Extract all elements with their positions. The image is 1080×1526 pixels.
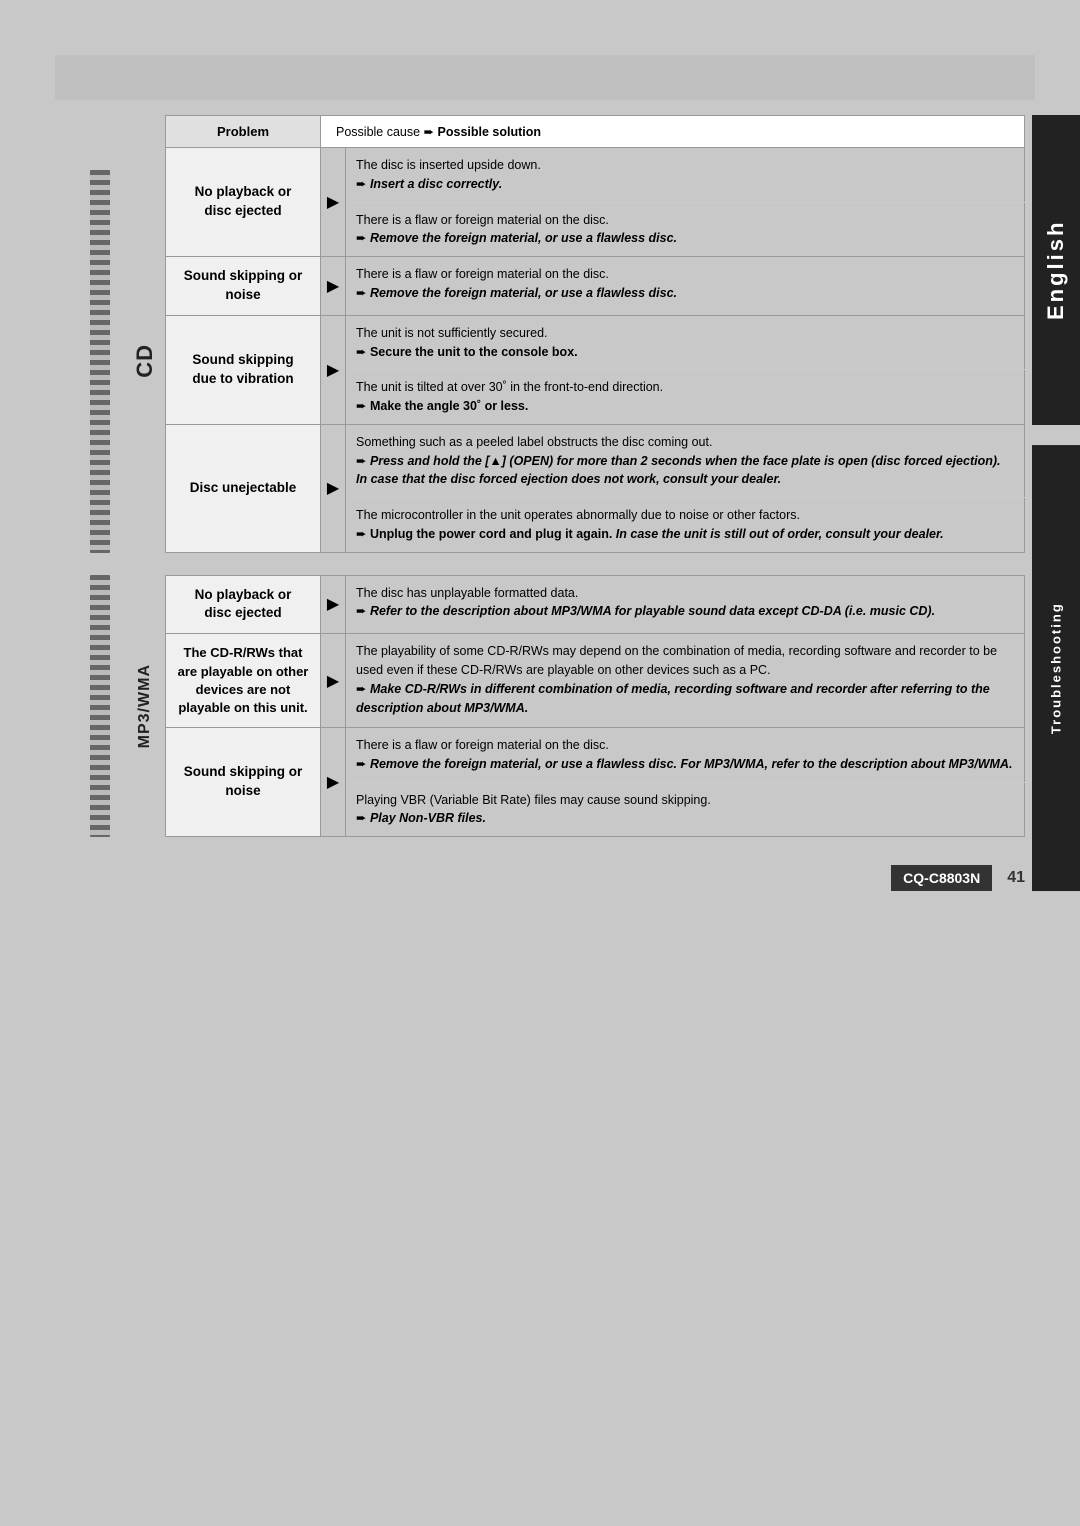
cd-stripe [90, 170, 110, 553]
arrow-cell: ▶ [321, 148, 346, 257]
arrow-cell: ▶ [321, 728, 346, 837]
problem-cell: Sound skippingdue to vibration [166, 315, 321, 424]
solution-cell: There is a flaw or foreign material on t… [346, 257, 1025, 316]
arrow-cell: ▶ [321, 575, 346, 634]
mp3-stripe [90, 575, 110, 838]
solution-header-bold: Possible solution [438, 125, 542, 139]
english-tab: English [1032, 115, 1080, 425]
solution-cell: There is a flaw or foreign material on t… [346, 728, 1025, 783]
problem-cell: Disc unejectable [166, 424, 321, 552]
mp3wma-section-label: MP3/WMA [136, 664, 154, 748]
solution-cell: Playing VBR (Variable Bit Rate) files ma… [346, 782, 1025, 837]
arrow-cell: ▶ [321, 257, 346, 316]
arrow-cell: ▶ [321, 315, 346, 424]
problem-cell: The CD-R/RWs that are playable on other … [166, 634, 321, 728]
table-row: Sound skipping ornoise ▶ There is a flaw… [166, 257, 1025, 316]
table-row: Sound skipping ornoise ▶ There is a flaw… [166, 728, 1025, 783]
solution-cell: Something such as a peeled label obstruc… [346, 424, 1025, 497]
problem-cell: No playback ordisc ejected [166, 575, 321, 634]
mp3-trouble-table: No playback ordisc ejected ▶ The disc ha… [165, 575, 1025, 838]
arrow-cell: ▶ [321, 424, 346, 552]
problem-header: Problem [166, 116, 321, 148]
cd-trouble-table: Problem Possible cause ➨ Possible soluti… [165, 115, 1025, 553]
arrow-cell: ▶ [321, 634, 346, 728]
solution-cell: The disc is inserted upside down. ➨ Inse… [346, 148, 1025, 203]
problem-cell: Sound skipping ornoise [166, 728, 321, 837]
solution-cell: The playability of some CD-R/RWs may dep… [346, 634, 1025, 728]
problem-cell: No playback ordisc ejected [166, 148, 321, 257]
solution-cell: The disc has unplayable formatted data. … [346, 575, 1025, 634]
solution-cell: There is a flaw or foreign material on t… [346, 202, 1025, 257]
solution-header-cause: Possible cause [336, 125, 420, 139]
page-number: 41 [1007, 869, 1025, 887]
solution-cell: The unit is not sufficiently secured. ➨ … [346, 315, 1025, 370]
table-header-row: Problem Possible cause ➨ Possible soluti… [166, 116, 1025, 148]
solution-cell: The unit is tilted at over 30˚ in the fr… [346, 370, 1025, 425]
solution-header-arrow: ➨ [424, 125, 438, 139]
table-row: The CD-R/RWs that are playable on other … [166, 634, 1025, 728]
table-row: No playback ordisc ejected ▶ The disc ha… [166, 575, 1025, 634]
table-row: Sound skippingdue to vibration ▶ The uni… [166, 315, 1025, 370]
model-badge: CQ-C8803N [891, 865, 992, 891]
table-row: No playback ordisc ejected ▶ The disc is… [166, 148, 1025, 203]
troubleshooting-tab: Troubleshooting [1032, 445, 1080, 891]
problem-cell: Sound skipping ornoise [166, 257, 321, 316]
right-tabs: English Troubleshooting [1032, 115, 1080, 891]
solution-header: Possible cause ➨ Possible solution [321, 116, 1025, 148]
table-row: Disc unejectable ▶ Something such as a p… [166, 424, 1025, 497]
solution-cell: The microcontroller in the unit operates… [346, 498, 1025, 553]
footer: CQ-C8803N 41 [75, 847, 1025, 891]
cd-section-label: CD [132, 344, 158, 378]
